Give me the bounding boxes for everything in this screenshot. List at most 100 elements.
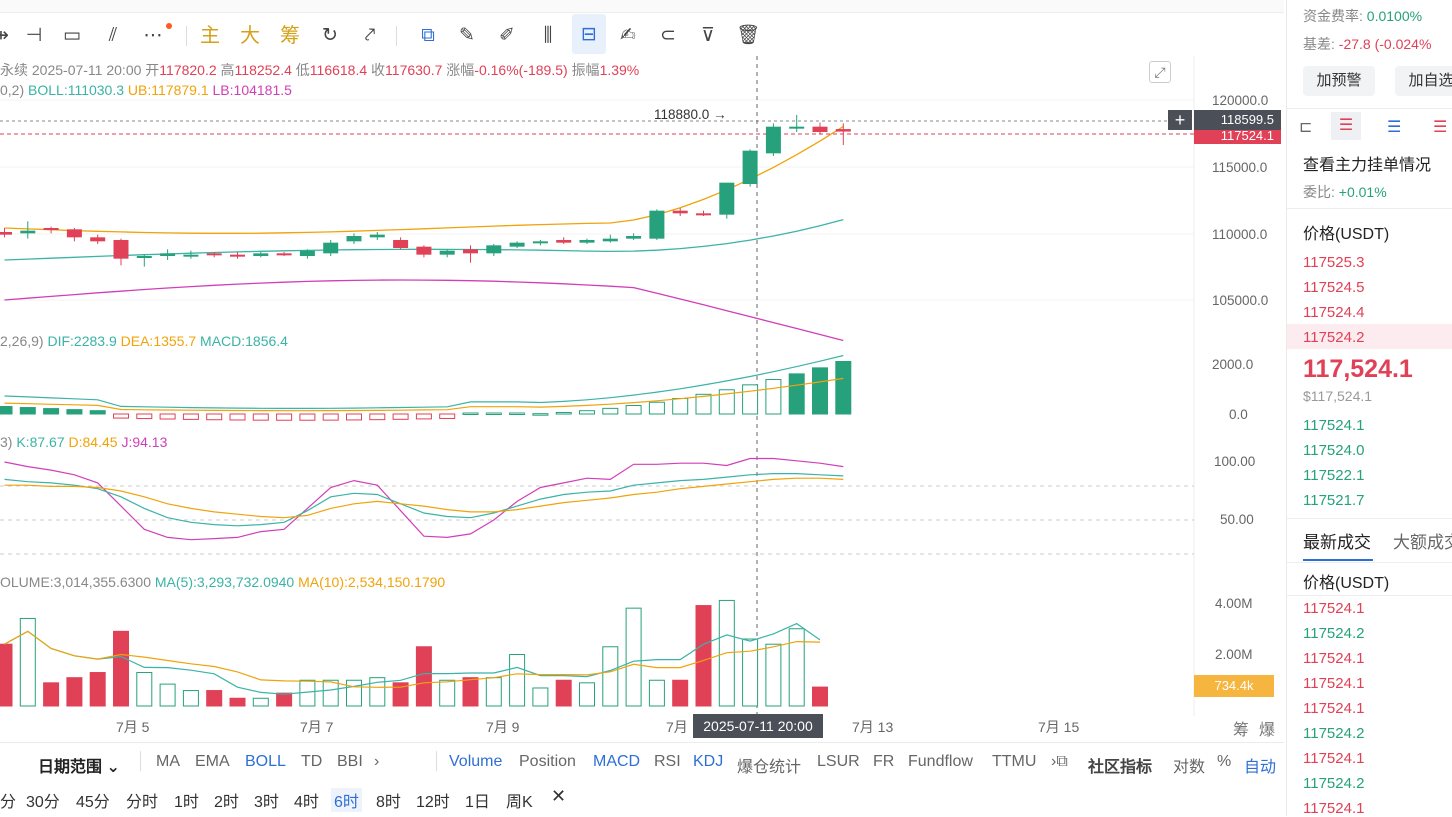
add-watchlist-button[interactable]: 加自选 bbox=[1395, 66, 1452, 96]
orderbook-both-icon[interactable]: ⊏ bbox=[1299, 117, 1312, 137]
copy-icon[interactable]: ⧉ bbox=[415, 22, 441, 48]
orderbook-title[interactable]: 查看主力挂单情况 bbox=[1303, 151, 1431, 175]
tf-15m[interactable]: 分 bbox=[0, 788, 16, 812]
candle-compare-icon[interactable]: ⫼ bbox=[535, 22, 561, 48]
indicator-macd[interactable]: MACD bbox=[593, 753, 640, 771]
bid-row[interactable]: 117521.7 bbox=[1303, 492, 1364, 509]
horizontal-line-icon[interactable]: ⇹ bbox=[0, 22, 14, 48]
ray-icon[interactable]: ⊣ bbox=[21, 22, 47, 48]
macd-bar bbox=[276, 413, 293, 421]
tf-1h[interactable]: 1时 bbox=[174, 788, 199, 812]
trade-row: 117524.1 bbox=[1303, 650, 1365, 667]
orderbook-asks-icon[interactable]: ☰ bbox=[1433, 117, 1447, 137]
filter-icon[interactable]: ⊽ bbox=[695, 22, 721, 48]
tf-12h[interactable]: 12时 bbox=[416, 788, 450, 812]
percent-scale-toggle[interactable]: % bbox=[1217, 753, 1231, 771]
parallel-lines-icon[interactable]: ⫽ bbox=[100, 22, 126, 48]
magnet-icon[interactable]: ⊂ bbox=[655, 22, 681, 48]
volume-bar bbox=[695, 605, 712, 707]
indicator-rsi[interactable]: RSI bbox=[654, 753, 681, 771]
expand-icon[interactable]: ›⧉ bbox=[1051, 753, 1068, 771]
trash-icon[interactable]: 🗑 bbox=[735, 22, 761, 48]
chevron-right-icon[interactable]: › bbox=[374, 753, 379, 771]
candle-body bbox=[299, 250, 315, 256]
trend-tool-icon[interactable]: ⤤ bbox=[357, 22, 383, 48]
brush-icon[interactable]: ✐ bbox=[494, 22, 520, 48]
indicator-bbi[interactable]: BBI bbox=[337, 753, 363, 771]
indicator-volume[interactable]: Volume bbox=[449, 753, 502, 771]
tf-timeline[interactable]: 分时 bbox=[126, 788, 158, 812]
macd-bar bbox=[509, 412, 526, 415]
chip-corner-label[interactable]: 筹 bbox=[1233, 716, 1249, 740]
tf-1w[interactable]: 周K bbox=[506, 788, 533, 812]
chip-button[interactable]: 筹 bbox=[277, 22, 303, 48]
indicator-ma[interactable]: MA bbox=[156, 753, 180, 771]
last-price-tag: 117524.1 bbox=[1194, 130, 1281, 144]
bid-row[interactable]: 117524.1 bbox=[1303, 417, 1364, 434]
peak-price-label: 118880.0 → bbox=[654, 107, 727, 122]
main-indicator-button[interactable]: 主 bbox=[197, 22, 223, 48]
community-indicators[interactable]: 社区指标 bbox=[1088, 753, 1152, 777]
macd-bar bbox=[43, 408, 60, 415]
lock-icon[interactable]: ⊟ bbox=[572, 14, 606, 54]
macd-bar bbox=[555, 412, 572, 415]
macd-bar bbox=[788, 373, 805, 415]
tf-8h[interactable]: 8时 bbox=[376, 788, 401, 812]
note-icon[interactable]: ✍ bbox=[615, 22, 641, 48]
tf-45m[interactable]: 45分 bbox=[76, 788, 110, 812]
volume-bar bbox=[276, 692, 293, 707]
timeframe-bar: 分 30分 45分 分时 1时 2时 3时 4时 6时 8时 12时 1日 周K… bbox=[0, 780, 1284, 816]
trade-row: 117524.1 bbox=[1303, 600, 1365, 617]
indicator-ttmu[interactable]: TTMU bbox=[992, 753, 1036, 771]
tf-6h[interactable]: 6时 bbox=[331, 788, 362, 812]
tab-latest-trades[interactable]: 最新成交 bbox=[1303, 528, 1371, 553]
indicator-fundflow[interactable]: Fundflow bbox=[908, 753, 973, 771]
replay-icon[interactable]: ↻ bbox=[317, 22, 343, 48]
macd-bar bbox=[206, 413, 223, 421]
orderbook-default-icon[interactable]: ☰ bbox=[1331, 112, 1361, 140]
bid-row[interactable]: 117522.1 bbox=[1303, 467, 1364, 484]
indicator-lsur[interactable]: LSUR bbox=[817, 753, 860, 771]
auto-scale-toggle[interactable]: 自动 bbox=[1244, 753, 1276, 777]
macd-bar bbox=[672, 397, 689, 415]
ask-row[interactable]: 117525.3 bbox=[1303, 254, 1364, 271]
tab-big-trades[interactable]: 大额成交 bbox=[1393, 528, 1452, 553]
volume-bar bbox=[206, 690, 223, 707]
chart-canvas[interactable] bbox=[0, 56, 1284, 742]
bid-row[interactable]: 117524.0 bbox=[1303, 442, 1364, 459]
log-scale-toggle[interactable]: 对数 bbox=[1173, 753, 1205, 777]
rectangle-icon[interactable]: ▭ bbox=[59, 22, 85, 48]
volume-bar bbox=[509, 654, 526, 707]
indicator-boll[interactable]: BOLL bbox=[245, 753, 286, 771]
liquidation-corner-label[interactable]: 爆 bbox=[1259, 716, 1275, 740]
ruler-icon[interactable]: ✎ bbox=[454, 22, 480, 48]
price-axis-label: 120000.0 bbox=[1212, 93, 1269, 108]
tf-4h[interactable]: 4时 bbox=[294, 788, 319, 812]
tf-1d[interactable]: 1日 bbox=[465, 788, 490, 812]
macd-bar bbox=[579, 410, 595, 415]
drawing-toolbar: ⇹ ⊣ ▭ ⫽ ⋯ 主 大 筹 ↻ ⤤ ⧉ ✎ ✐ ⫼ ⊟ ✍ ⊂ ⊽ 🗑 bbox=[0, 14, 1284, 56]
indicator-fr[interactable]: FR bbox=[873, 753, 894, 771]
macd-bar bbox=[392, 413, 409, 420]
orderbook-bids-icon[interactable]: ☰ bbox=[1387, 117, 1401, 137]
ask-row[interactable]: 117524.5 bbox=[1303, 279, 1364, 296]
indicator-liquidation[interactable]: 爆仓统计 bbox=[737, 753, 801, 777]
add-alert-button[interactable]: 加预警 bbox=[1303, 66, 1375, 96]
close-icon[interactable]: ✕ bbox=[551, 786, 566, 807]
volume-bar bbox=[648, 679, 665, 707]
add-order-icon[interactable]: + bbox=[1168, 110, 1192, 130]
tf-3h[interactable]: 3时 bbox=[254, 788, 279, 812]
big-order-button[interactable]: 大 bbox=[237, 22, 263, 48]
ask-row[interactable]: 117524.4 bbox=[1303, 304, 1364, 321]
indicator-td[interactable]: TD bbox=[301, 753, 322, 771]
indicator-position[interactable]: Position bbox=[519, 753, 576, 771]
trade-row: 117524.1 bbox=[1303, 700, 1365, 717]
indicator-kdj[interactable]: KDJ bbox=[693, 753, 723, 771]
candle-body bbox=[66, 229, 82, 238]
more-icon[interactable]: ⋯ bbox=[140, 22, 166, 48]
indicator-ema[interactable]: EMA bbox=[195, 753, 230, 771]
ask-row[interactable]: 117524.2 bbox=[1303, 329, 1364, 346]
tf-2h[interactable]: 2时 bbox=[214, 788, 239, 812]
tf-30m[interactable]: 30分 bbox=[26, 788, 60, 812]
date-range-dropdown[interactable]: 日期范围 ⌄ bbox=[38, 753, 120, 777]
